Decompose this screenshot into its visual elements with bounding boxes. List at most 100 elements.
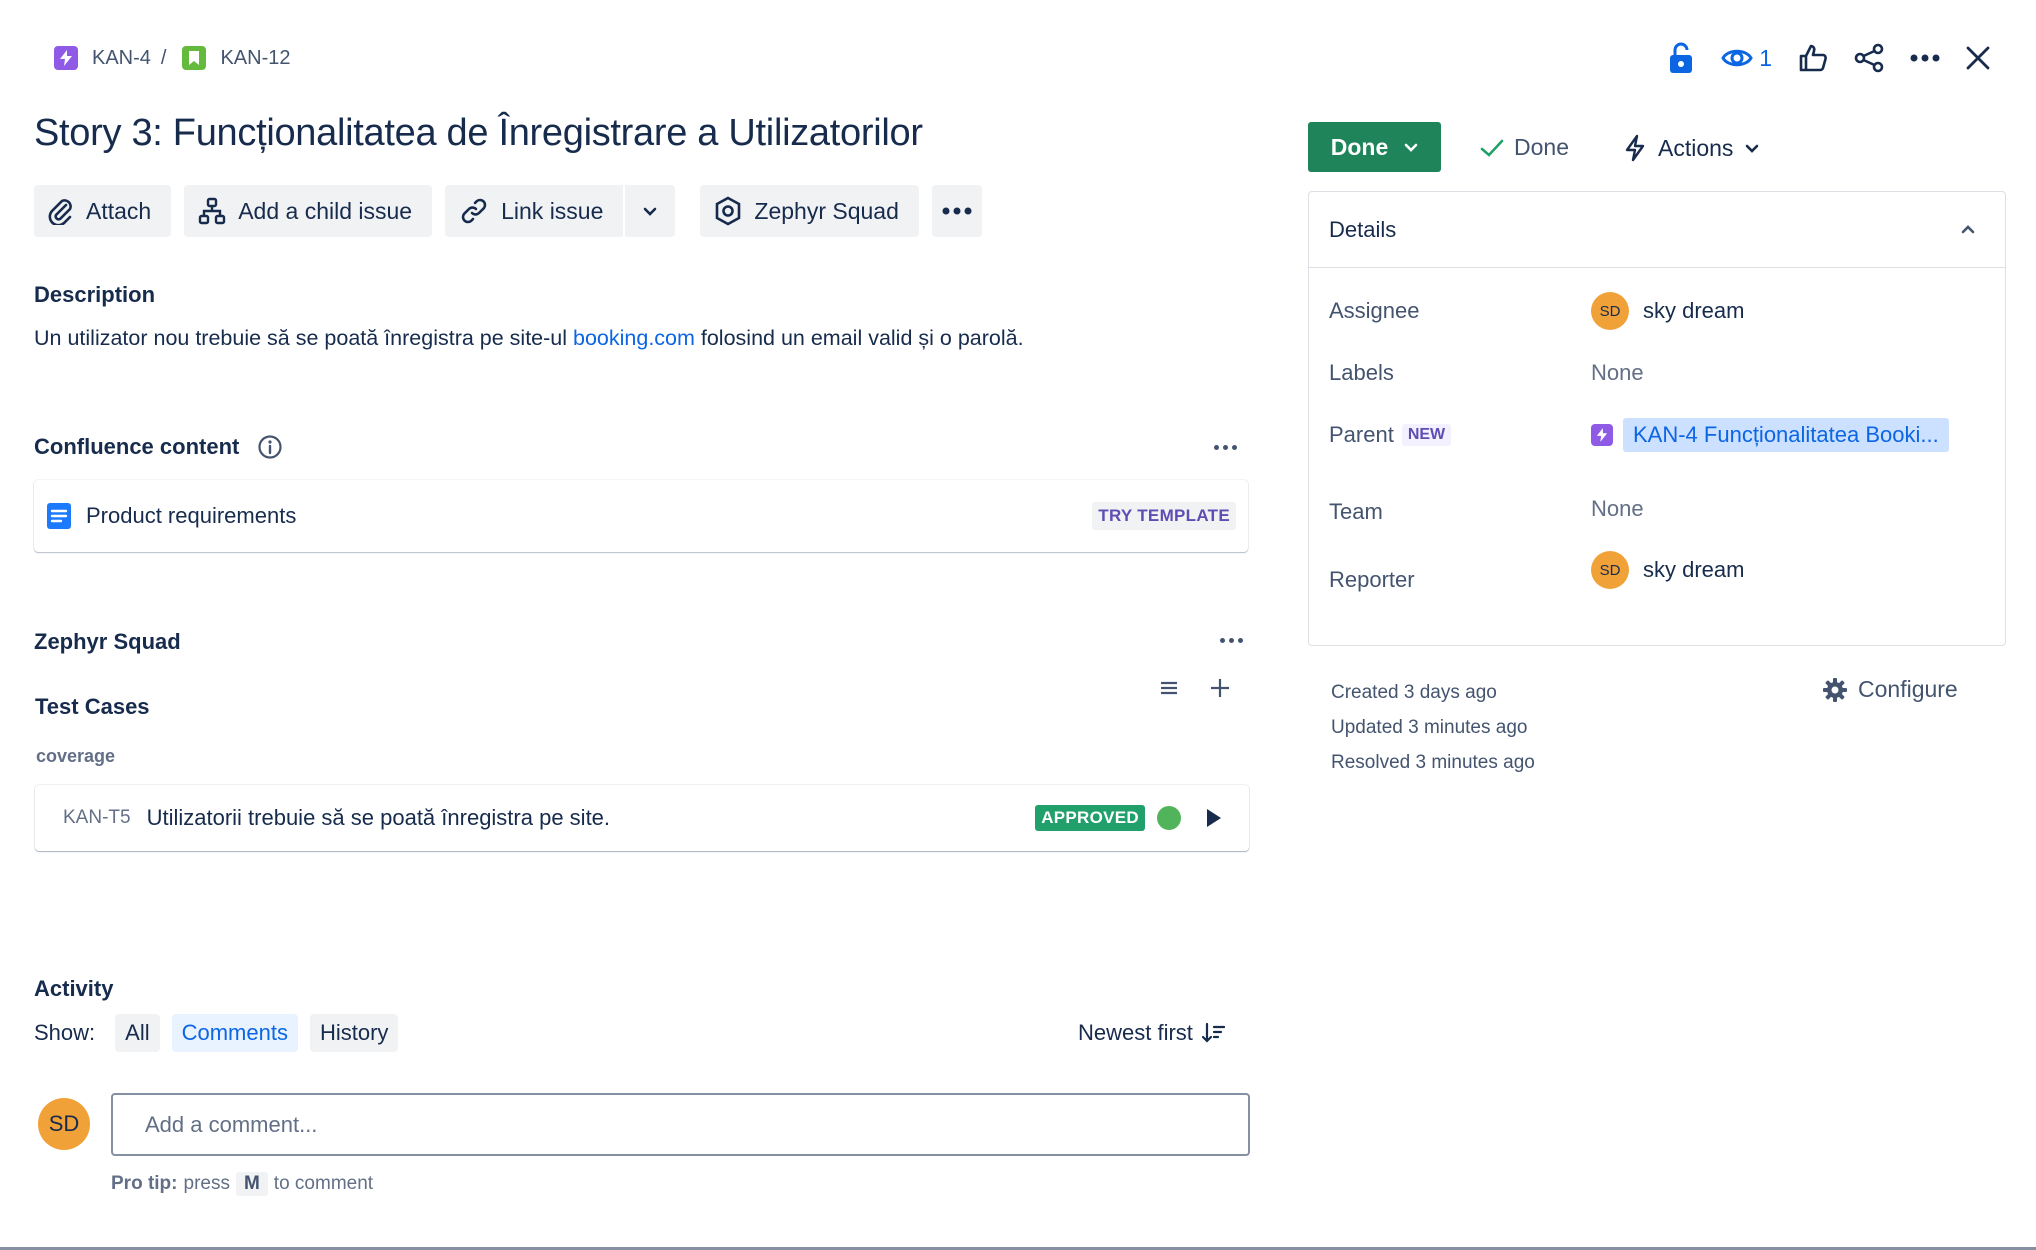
description-text[interactable]: Un utilizator nou trebuie să se poată în… [34, 326, 1024, 351]
link-issue-button[interactable]: Link issue [459, 196, 623, 226]
reporter-name: sky dream [1643, 557, 1745, 582]
link-icon [461, 198, 487, 224]
configure-button[interactable]: Configure [1822, 676, 1958, 703]
test-case-key[interactable]: KAN-T5 [63, 807, 131, 829]
actions-button[interactable]: Actions [1624, 134, 1759, 162]
story-icon [182, 46, 207, 70]
more-actions-button[interactable] [931, 185, 982, 237]
filter-all[interactable]: All [115, 1014, 160, 1052]
attach-label: Attach [86, 197, 152, 224]
add-icon[interactable] [1210, 678, 1230, 698]
status-button[interactable]: Done [1308, 122, 1441, 172]
resolution-label: Done [1514, 134, 1569, 160]
assignee-label: Assignee [1329, 298, 1420, 323]
configure-label: Configure [1858, 676, 1958, 702]
header-actions: 1 [1667, 38, 1990, 78]
pro-tip-press: press [183, 1173, 230, 1194]
approved-badge: APPROVED [1035, 805, 1145, 831]
description-link[interactable]: booking.com [573, 326, 695, 350]
zephyr-heading: Zephyr Squad [34, 629, 181, 654]
status-dot-icon [1157, 806, 1181, 830]
confluence-header: Confluence content [34, 434, 283, 460]
zephyr-more-icon[interactable] [1220, 638, 1243, 643]
attach-button[interactable]: Attach [34, 185, 172, 237]
chevron-down-icon [1404, 143, 1418, 152]
chevron-down-icon [1746, 144, 1759, 153]
play-icon[interactable] [1207, 809, 1221, 827]
pro-tip-label: Pro tip: [111, 1173, 178, 1194]
field-team: Team None [1329, 496, 1644, 525]
parent-label-wrap: Parent NEW [1329, 422, 1591, 448]
more-icon[interactable] [1910, 38, 1940, 78]
avatar: SD [1591, 551, 1629, 589]
sort-button[interactable]: Newest first [1078, 1020, 1225, 1046]
issue-title[interactable]: Story 3: Funcționalitatea de Înregistrar… [34, 112, 923, 155]
description-heading: Description [34, 282, 156, 307]
details-heading: Details [1329, 216, 1397, 242]
link-issue-dropdown[interactable] [625, 185, 675, 237]
new-badge: NEW [1401, 424, 1452, 446]
thumbs-up-icon[interactable] [1798, 38, 1828, 78]
actions-label: Actions [1658, 134, 1734, 161]
issue-meta: Created 3 days ago Updated 3 minutes ago… [1331, 675, 1535, 780]
test-cases-heading: Test Cases [35, 694, 150, 719]
lightning-icon [1625, 134, 1645, 162]
document-icon [47, 503, 71, 529]
gear-icon [1823, 677, 1847, 702]
paperclip-icon [48, 199, 72, 225]
assignee-value[interactable]: SD sky dream [1591, 292, 1744, 330]
team-value[interactable]: None [1591, 496, 1644, 522]
breadcrumb-parent[interactable]: KAN-4 [54, 46, 151, 70]
confluence-more-icon[interactable] [1214, 445, 1237, 450]
zephyr-label: Zephyr Squad [754, 197, 899, 224]
resolved-date: Resolved 3 minutes ago [1331, 752, 1535, 773]
description-text-end: folosind un email valid și o parolă. [694, 326, 1024, 350]
breadcrumb-issue[interactable]: KAN-12 [182, 46, 291, 70]
comment-input[interactable]: Add a comment... [111, 1093, 1250, 1156]
more-icon [942, 207, 972, 215]
reporter-value[interactable]: SD sky dream [1591, 551, 1744, 589]
eye-icon [1721, 49, 1753, 67]
test-case-summary[interactable]: Utilizatorii trebuie să se poată înregis… [147, 805, 1036, 831]
parent-label: Parent [1329, 422, 1394, 447]
avatar: SD [1591, 292, 1629, 330]
try-template-button[interactable]: TRY TEMPLATE [1092, 502, 1236, 530]
parent-link[interactable]: KAN-4 Funcționalitatea Booki... [1623, 418, 1949, 452]
labels-value[interactable]: None [1591, 360, 1644, 386]
info-icon[interactable] [257, 434, 283, 460]
pro-tip-end: to comment [273, 1173, 374, 1194]
list-icon[interactable] [1160, 680, 1178, 696]
description-text-start: Un utilizator nou trebuie să se poată în… [34, 326, 573, 350]
epic-icon [1591, 424, 1613, 446]
resolution: Done [1480, 134, 1569, 161]
updated-date: Updated 3 minutes ago [1331, 717, 1528, 738]
parent-value[interactable]: KAN-4 Funcționalitatea Booki... [1591, 418, 1949, 452]
avatar: SD [38, 1098, 90, 1150]
coverage-label: coverage [36, 746, 116, 766]
parent-key[interactable]: KAN-4 [92, 47, 151, 70]
pro-tip-key: M [235, 1172, 268, 1196]
test-cases-actions [1160, 678, 1230, 698]
chevron-up-icon[interactable] [1961, 225, 1975, 234]
activity-heading: Activity [34, 976, 114, 1001]
issue-key[interactable]: KAN-12 [220, 47, 290, 70]
breadcrumb-separator: / [160, 46, 167, 69]
confluence-item-label: Product requirements [86, 503, 297, 528]
details-header[interactable]: Details [1309, 192, 2005, 268]
epic-icon [54, 46, 78, 70]
filter-history[interactable]: History [309, 1014, 399, 1052]
share-icon[interactable] [1854, 38, 1884, 78]
close-icon[interactable] [1966, 38, 1990, 78]
add-child-issue-button[interactable]: Add a child issue [184, 185, 433, 237]
filter-comments[interactable]: Comments [171, 1014, 298, 1052]
chevron-down-icon [644, 207, 657, 216]
zephyr-icon [716, 196, 741, 226]
test-case-row[interactable]: KAN-T5 Utilizatorii trebuie să se poată … [35, 785, 1249, 851]
unlock-icon[interactable] [1667, 38, 1695, 78]
add-child-label: Add a child issue [238, 197, 413, 224]
zephyr-squad-button[interactable]: Zephyr Squad [700, 185, 919, 237]
confluence-template-card[interactable]: Product requirements TRY TEMPLATE [34, 480, 1248, 552]
created-date: Created 3 days ago [1331, 682, 1497, 703]
labels-label: Labels [1329, 360, 1394, 385]
watch-button[interactable]: 1 [1721, 38, 1772, 78]
